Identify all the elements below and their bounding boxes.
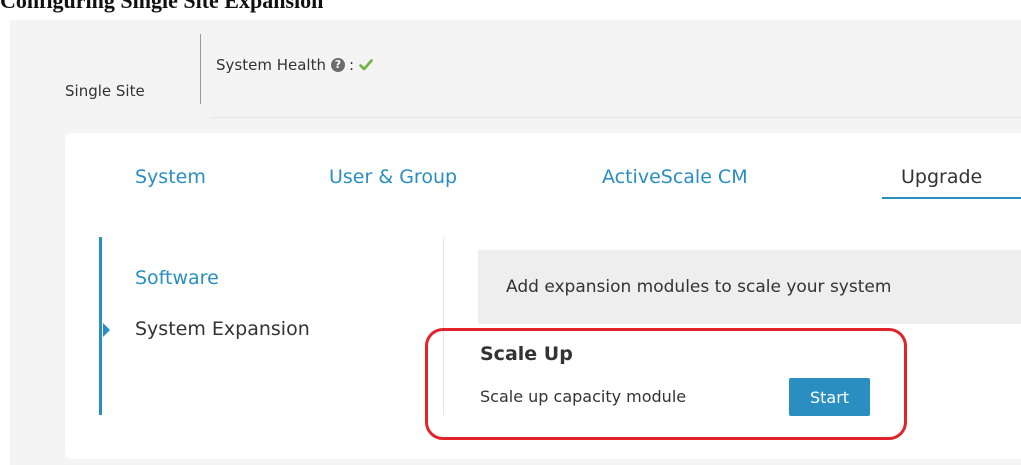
document-caption: Configuring Single Site Expansion bbox=[0, 0, 324, 13]
tab-activescale-cm[interactable]: ActiveScale CM bbox=[602, 166, 748, 188]
caret-right-icon bbox=[103, 323, 110, 337]
info-banner: Add expansion modules to scale your syst… bbox=[478, 250, 1021, 324]
tab-system[interactable]: System bbox=[135, 166, 206, 188]
info-banner-text: Add expansion modules to scale your syst… bbox=[506, 277, 892, 297]
system-health: System Health ? : bbox=[216, 56, 373, 74]
sidebar-item-software[interactable]: Software bbox=[135, 267, 219, 289]
system-health-label: System Health bbox=[216, 56, 326, 74]
health-separator: : bbox=[348, 56, 355, 74]
check-icon bbox=[359, 58, 373, 72]
sidebar-rail bbox=[99, 237, 102, 415]
header-divider bbox=[200, 34, 201, 104]
header-rule bbox=[210, 117, 1021, 118]
tab-upgrade[interactable]: Upgrade bbox=[901, 166, 982, 188]
site-label: Single Site bbox=[65, 82, 145, 100]
tab-user-group[interactable]: User & Group bbox=[329, 166, 457, 188]
active-tab-indicator bbox=[882, 197, 1021, 199]
question-circle-icon[interactable]: ? bbox=[330, 58, 345, 72]
scale-up-highlight bbox=[425, 328, 907, 440]
sidebar-item-system-expansion[interactable]: System Expansion bbox=[135, 318, 310, 340]
